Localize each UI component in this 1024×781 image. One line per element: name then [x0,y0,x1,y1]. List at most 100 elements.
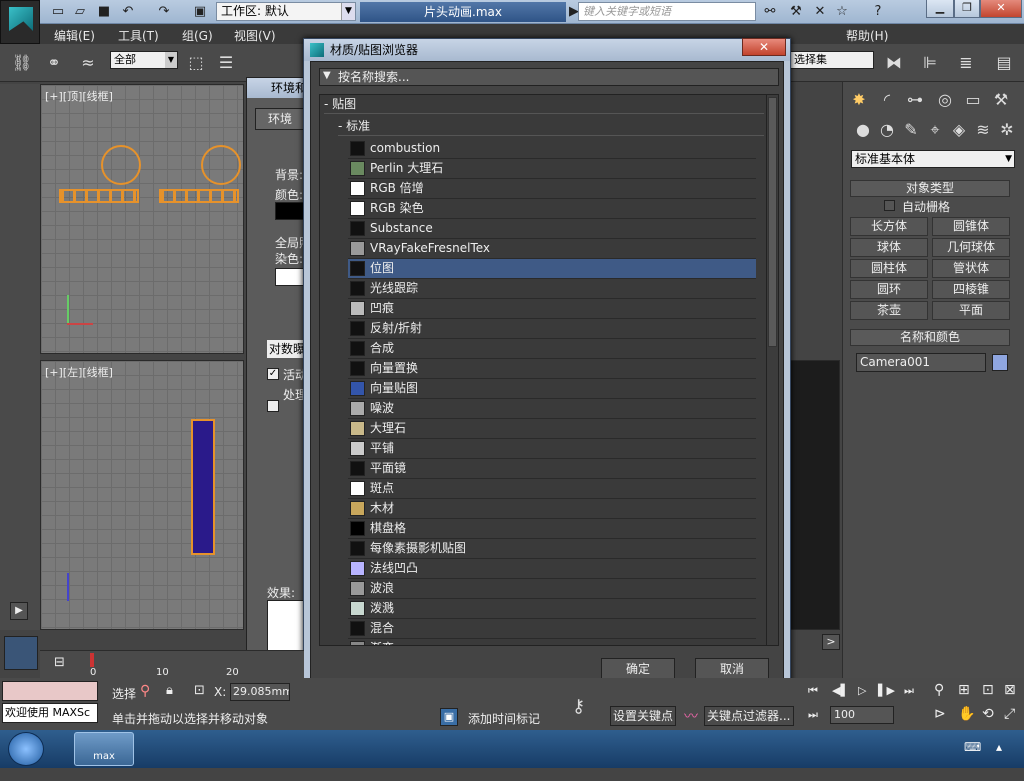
play-icon[interactable]: ▷ [858,684,866,697]
lock-icon[interactable]: 🔒︎ [166,683,173,698]
map-list-item[interactable]: 反射/折射 [348,319,756,339]
ok-button[interactable]: 确定 [601,658,675,680]
menu-edit[interactable]: 编辑(E) [54,27,95,44]
goto-start-icon[interactable]: ⏮ [808,684,818,698]
project-folder-icon[interactable]: ▣ [192,4,208,20]
binoculars-icon[interactable]: ⚯ [762,4,778,20]
selection-filter-dropdown[interactable]: 全部 ▼ [110,51,178,69]
map-list-item[interactable]: Substance [348,219,756,239]
create-tab-icon[interactable]: ✸ [847,88,871,112]
viewport-label[interactable]: [+][顶][线框] [45,88,113,104]
pyramid-button[interactable]: 四棱锥 [932,280,1010,299]
cameras-icon[interactable]: ⌖ [923,118,947,142]
key-mode-icon[interactable]: ⏭ [808,708,818,722]
scene-object[interactable] [159,189,239,203]
named-selection-dropdown[interactable]: 选择集 [790,51,874,69]
mirror-icon[interactable]: ⧓ [882,51,906,75]
tint-color-swatch[interactable] [275,268,305,286]
transform-mode-icon[interactable]: ⊡ [194,683,205,698]
map-list-item[interactable]: 每像素摄影机贴图 [348,539,756,559]
map-list-item[interactable]: 泼溅 [348,599,756,619]
name-color-rollout[interactable]: 名称和颜色 [850,329,1010,346]
exchange-icon[interactable]: ✕ [812,4,828,20]
workspace-dropdown[interactable]: 工作区: 默认 ▼ [216,2,356,21]
map-list-item[interactable]: VRayFakeFresnelTex [348,239,756,259]
restore-button[interactable]: ❐ [954,0,980,18]
list-scrollbar[interactable] [766,95,778,645]
map-list-item[interactable]: 斑点 [348,479,756,499]
undo-icon[interactable]: ↶ [120,4,136,20]
key-filters-button[interactable]: 关键点过滤器... [704,706,794,726]
sphere-button[interactable]: 球体 [850,238,928,257]
plane-button[interactable]: 平面 [932,301,1010,320]
map-list-item[interactable]: 合成 [348,339,756,359]
cylinder-button[interactable]: 圆柱体 [850,259,928,278]
minimize-button[interactable]: ▁ [926,0,954,18]
process-bg-checkbox[interactable] [267,400,279,412]
viewport-camera[interactable] [790,360,840,630]
hierarchy-tab-icon[interactable]: ⊶ [903,88,927,112]
open-file-icon[interactable]: ▱ [72,4,88,20]
map-list-item[interactable]: 向量置换 [348,359,756,379]
spacewarps-icon[interactable]: ≋ [971,118,995,142]
orbit-icon[interactable]: ⟲ [982,706,994,722]
viewport-layout-icon[interactable] [4,636,38,670]
lights-icon[interactable]: ✎ [899,118,923,142]
primitive-type-dropdown[interactable]: 标准基本体 ▼ [851,150,1015,168]
name-search-input[interactable]: 按名称搜索... [319,68,779,86]
zoom-extents-all-icon[interactable]: ⊠ [1004,682,1016,698]
modify-tab-icon[interactable]: ◜ [875,88,899,112]
map-list-item[interactable]: 法线凹凸 [348,559,756,579]
layer-manager-icon[interactable]: ≣ [954,51,978,75]
tube-button[interactable]: 管状体 [932,259,1010,278]
search-menu-icon[interactable]: ▼ [323,70,331,81]
link-icon[interactable]: ⛓ [10,51,34,75]
geometry-icon[interactable]: ● [851,118,875,142]
keyboard-icon[interactable]: ⌨ [964,740,981,754]
map-list-item[interactable]: 木材 [348,499,756,519]
box-button[interactable]: 长方体 [850,217,928,236]
current-frame-input[interactable]: 100 [830,706,894,724]
teapot-button[interactable]: 茶壶 [850,301,928,320]
group-standard[interactable]: - 标准 [338,119,764,136]
isolate-icon[interactable]: ⚲ [140,683,150,699]
redo-icon[interactable]: ↷ [156,4,172,20]
map-list-item[interactable]: 向量贴图 [348,379,756,399]
goto-end-icon[interactable]: ⏭ [904,684,914,698]
shapes-icon[interactable]: ◔ [875,118,899,142]
object-name-input[interactable]: Camera001 [856,353,986,372]
timeline[interactable]: ⊟ 0 10 20 [40,650,304,678]
map-list-item[interactable]: 波浪 [348,579,756,599]
scene-object[interactable] [59,189,139,203]
key-icon[interactable]: ⚷ [572,696,585,717]
dialog-close-button[interactable]: ✕ [742,38,786,56]
scene-object[interactable] [191,419,215,555]
map-list-item[interactable]: 平面镜 [348,459,756,479]
zoom-extents-icon[interactable]: ⊡ [982,682,994,698]
viewport-label[interactable]: [+][左][线框] [45,364,113,380]
start-button[interactable] [8,732,44,766]
map-list-item[interactable]: Perlin 大理石 [348,159,756,179]
taskbar-max-app[interactable]: max [74,732,134,766]
map-list-item[interactable]: 大理石 [348,419,756,439]
graphite-icon[interactable]: ▤ [992,51,1016,75]
time-slider-marker[interactable] [90,653,94,667]
timeline-next-arrow-icon[interactable]: > [822,634,840,650]
object-color-swatch[interactable] [992,354,1008,371]
tray-arrow-icon[interactable]: ▴ [996,740,1002,754]
search-input[interactable]: 键入关键字或短语 [578,2,756,21]
active-checkbox[interactable]: ✓ [267,368,279,380]
zoom-icon[interactable]: ⚲ [934,682,944,698]
app-logo[interactable] [0,0,40,44]
map-list-item[interactable]: RGB 倍增 [348,179,756,199]
save-icon[interactable]: ■ [96,4,112,20]
map-list-item[interactable]: 棋盘格 [348,519,756,539]
tab-environment[interactable]: 环境 [255,108,305,130]
fov-icon[interactable]: ⊳ [934,706,946,722]
map-list-item[interactable]: 渐变 [348,639,756,645]
select-by-name-icon[interactable]: ☰ [214,51,238,75]
menu-group[interactable]: 组(G) [182,27,213,44]
bind-spacewarp-icon[interactable]: ≈ [76,51,100,75]
align-icon[interactable]: ⊫ [918,51,942,75]
cancel-button[interactable]: 取消 [695,658,769,680]
